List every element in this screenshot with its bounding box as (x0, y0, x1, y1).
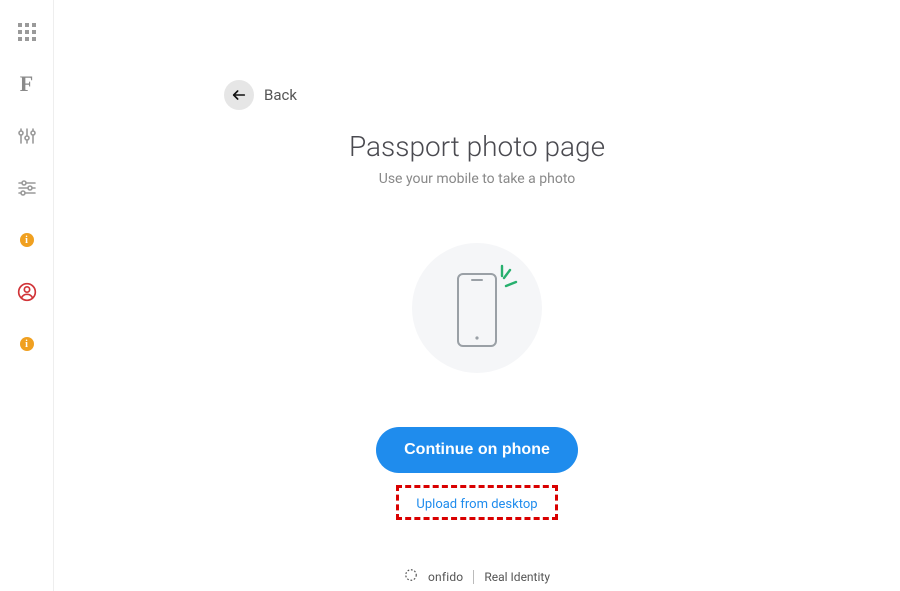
upload-from-desktop-link[interactable]: Upload from desktop (416, 497, 537, 512)
brand-name: onfido (428, 570, 463, 584)
brand-tagline: Real Identity (484, 570, 550, 584)
sidebar: F (0, 0, 54, 591)
info-icon-2[interactable] (11, 328, 43, 360)
continue-on-phone-button[interactable]: Continue on phone (376, 427, 578, 473)
content-column: Passport photo page Use your mobile to t… (54, 0, 900, 585)
main-content: Back Passport photo page Use your mobile… (54, 0, 900, 591)
arrow-left-icon (224, 80, 254, 110)
back-label: Back (264, 86, 297, 104)
sliders-icon[interactable] (11, 120, 43, 152)
page-title: Passport photo page (349, 130, 605, 163)
footer-brand: onfido Real Identity (404, 568, 550, 585)
app-root: F (0, 0, 900, 591)
phone-illustration (412, 243, 542, 373)
brand-divider (473, 570, 474, 584)
back-button[interactable]: Back (224, 80, 297, 110)
upload-from-desktop-wrap: Upload from desktop (400, 487, 553, 518)
page-subtitle: Use your mobile to take a photo (379, 171, 576, 187)
info-icon-1[interactable] (11, 224, 43, 256)
onfido-logo-icon (404, 568, 418, 585)
f-icon[interactable]: F (11, 68, 43, 100)
apps-icon[interactable] (11, 16, 43, 48)
equalizer-icon[interactable] (11, 172, 43, 204)
profile-icon[interactable] (11, 276, 43, 308)
